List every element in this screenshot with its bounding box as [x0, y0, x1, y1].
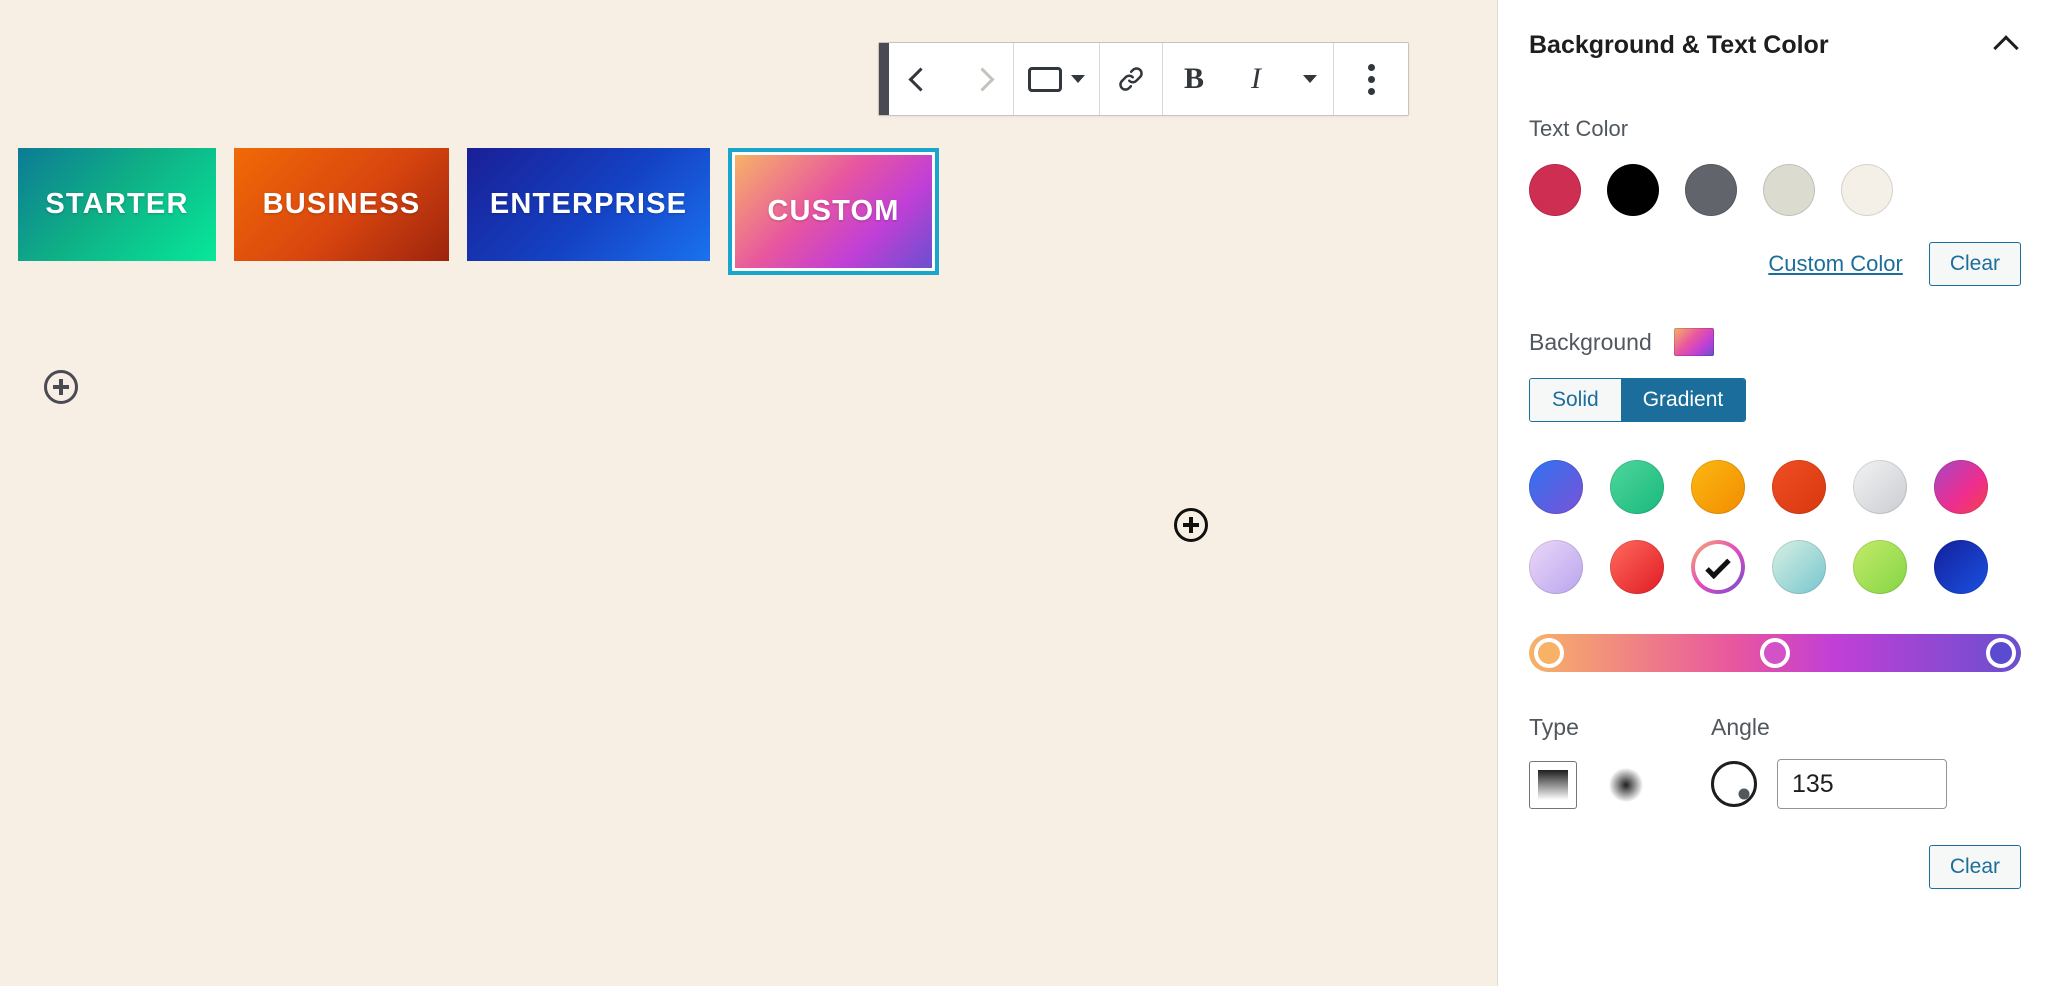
- gradient-type-control: Type: [1529, 714, 1643, 809]
- gradient-swatch-grid: [1529, 460, 2021, 594]
- select-parent-block-button[interactable]: [889, 43, 951, 115]
- buttons-block-row: STARTER BUSINESS ENTERPRISE CUSTOM: [18, 148, 939, 275]
- clear-background-button[interactable]: Clear: [1928, 845, 2021, 889]
- toolbar-group-link: [1100, 43, 1163, 115]
- more-formats-button[interactable]: [1287, 43, 1333, 115]
- toolbar-group-navigation: [889, 43, 1014, 115]
- text-color-swatch-dark-gray[interactable]: [1685, 164, 1737, 216]
- gradient-stop-100[interactable]: [1986, 638, 2016, 668]
- text-color-swatch-row: [1529, 164, 2021, 216]
- gradient-swatch-lavender-pale[interactable]: [1529, 540, 1583, 594]
- background-tab-solid[interactable]: Solid: [1530, 379, 1621, 421]
- text-color-label: Text Color: [1529, 116, 1629, 141]
- button-shape-icon: [1028, 66, 1062, 92]
- select-next-block-button[interactable]: [951, 43, 1013, 115]
- linear-gradient-icon: [1538, 770, 1568, 800]
- editor-window: B I STARTER BUSINESS ENTERPRISE CUSTOM B…: [0, 0, 2052, 986]
- chevron-left-icon: [907, 66, 933, 92]
- italic-label: I: [1251, 62, 1261, 95]
- block-toolbar: B I: [878, 42, 1409, 116]
- angle-dial[interactable]: [1711, 761, 1757, 807]
- button-block-wrapper: ENTERPRISE: [467, 148, 710, 261]
- check-icon: [1705, 553, 1731, 580]
- gradient-controls-row: Type Angle: [1529, 714, 2021, 809]
- bold-button[interactable]: B: [1163, 43, 1225, 115]
- toolbar-group-block-type: [1014, 43, 1100, 115]
- gradient-swatch-green-mint[interactable]: [1610, 460, 1664, 514]
- more-vertical-icon: [1367, 63, 1375, 95]
- gradient-swatch-mint-aqua[interactable]: [1772, 540, 1826, 594]
- gradient-stop-0[interactable]: [1534, 638, 1564, 668]
- background-preview-swatch[interactable]: [1673, 328, 1714, 356]
- text-color-swatch-light-sage[interactable]: [1763, 164, 1815, 216]
- italic-button[interactable]: I: [1225, 43, 1287, 115]
- link-icon: [1119, 67, 1143, 91]
- block-type-switcher-button[interactable]: [1014, 43, 1099, 115]
- gradient-swatch-red-orange[interactable]: [1772, 460, 1826, 514]
- type-options: [1529, 761, 1643, 809]
- toolbar-group-formatting: B I: [1163, 43, 1334, 115]
- angle-controls: [1711, 759, 1947, 809]
- linear-gradient-type-button[interactable]: [1529, 761, 1577, 809]
- settings-sidebar: Background & Text Color Text Color Custo…: [1497, 0, 2052, 986]
- gradient-stop-50[interactable]: [1760, 638, 1790, 668]
- gradient-stop-slider[interactable]: [1529, 634, 2021, 672]
- price-button-starter[interactable]: STARTER: [18, 148, 216, 261]
- button-block-wrapper: STARTER: [18, 148, 216, 261]
- editor-canvas: B I STARTER BUSINESS ENTERPRISE CUSTOM: [0, 0, 1497, 986]
- background-actions: Clear: [1529, 845, 2021, 889]
- background-label: Background: [1529, 328, 1652, 355]
- clear-text-color-button[interactable]: Clear: [1928, 242, 2021, 286]
- background-row: Background: [1529, 328, 2021, 356]
- price-button-enterprise[interactable]: ENTERPRISE: [467, 148, 710, 261]
- button-block-wrapper: BUSINESS: [234, 148, 449, 261]
- text-color-swatch-cream[interactable]: [1841, 164, 1893, 216]
- button-block-wrapper: CUSTOM: [728, 148, 939, 275]
- type-label: Type: [1529, 714, 1579, 740]
- block-inserter-left[interactable]: [44, 370, 78, 404]
- background-type-toggle: Solid Gradient: [1529, 378, 1747, 422]
- custom-color-link[interactable]: Custom Color: [1768, 251, 1902, 277]
- price-button-business[interactable]: BUSINESS: [234, 148, 449, 261]
- gradient-swatch-light-silver[interactable]: [1853, 460, 1907, 514]
- gradient-angle-control: Angle: [1711, 714, 1947, 809]
- panel-header: Background & Text Color: [1529, 22, 2021, 68]
- angle-input[interactable]: [1777, 759, 1947, 809]
- bold-label: B: [1183, 62, 1204, 95]
- gradient-swatch-blue-purple[interactable]: [1529, 460, 1583, 514]
- panel-title: Background & Text Color: [1529, 30, 1829, 59]
- toolbar-group-options: [1334, 43, 1408, 115]
- angle-dial-knob: [1738, 788, 1750, 800]
- block-inserter-middle[interactable]: [1174, 508, 1208, 542]
- link-button[interactable]: [1100, 43, 1162, 115]
- text-color-swatch-black[interactable]: [1607, 164, 1659, 216]
- chevron-down-icon: [1303, 75, 1317, 83]
- gradient-swatch-lime-green[interactable]: [1853, 540, 1907, 594]
- gradient-swatch-orange-amber[interactable]: [1691, 460, 1745, 514]
- text-color-actions: Custom Color Clear: [1529, 242, 2021, 286]
- drag-handle[interactable]: [879, 43, 889, 115]
- angle-label: Angle: [1711, 714, 1770, 740]
- price-button-custom[interactable]: CUSTOM: [735, 155, 932, 268]
- gradient-swatch-custom-selected[interactable]: [1691, 540, 1745, 594]
- gradient-swatch-purple-magenta[interactable]: [1934, 460, 1988, 514]
- chevron-right-icon: [969, 66, 995, 92]
- gradient-swatch-red-bright[interactable]: [1610, 540, 1664, 594]
- gradient-swatch-deep-blue[interactable]: [1934, 540, 1988, 594]
- block-options-button[interactable]: [1334, 43, 1408, 115]
- chevron-up-icon[interactable]: [1993, 35, 2019, 61]
- background-tab-gradient[interactable]: Gradient: [1620, 379, 1746, 421]
- text-color-swatch-crimson[interactable]: [1529, 164, 1581, 216]
- chevron-down-icon: [1071, 75, 1085, 83]
- radial-gradient-type-button[interactable]: [1609, 768, 1643, 802]
